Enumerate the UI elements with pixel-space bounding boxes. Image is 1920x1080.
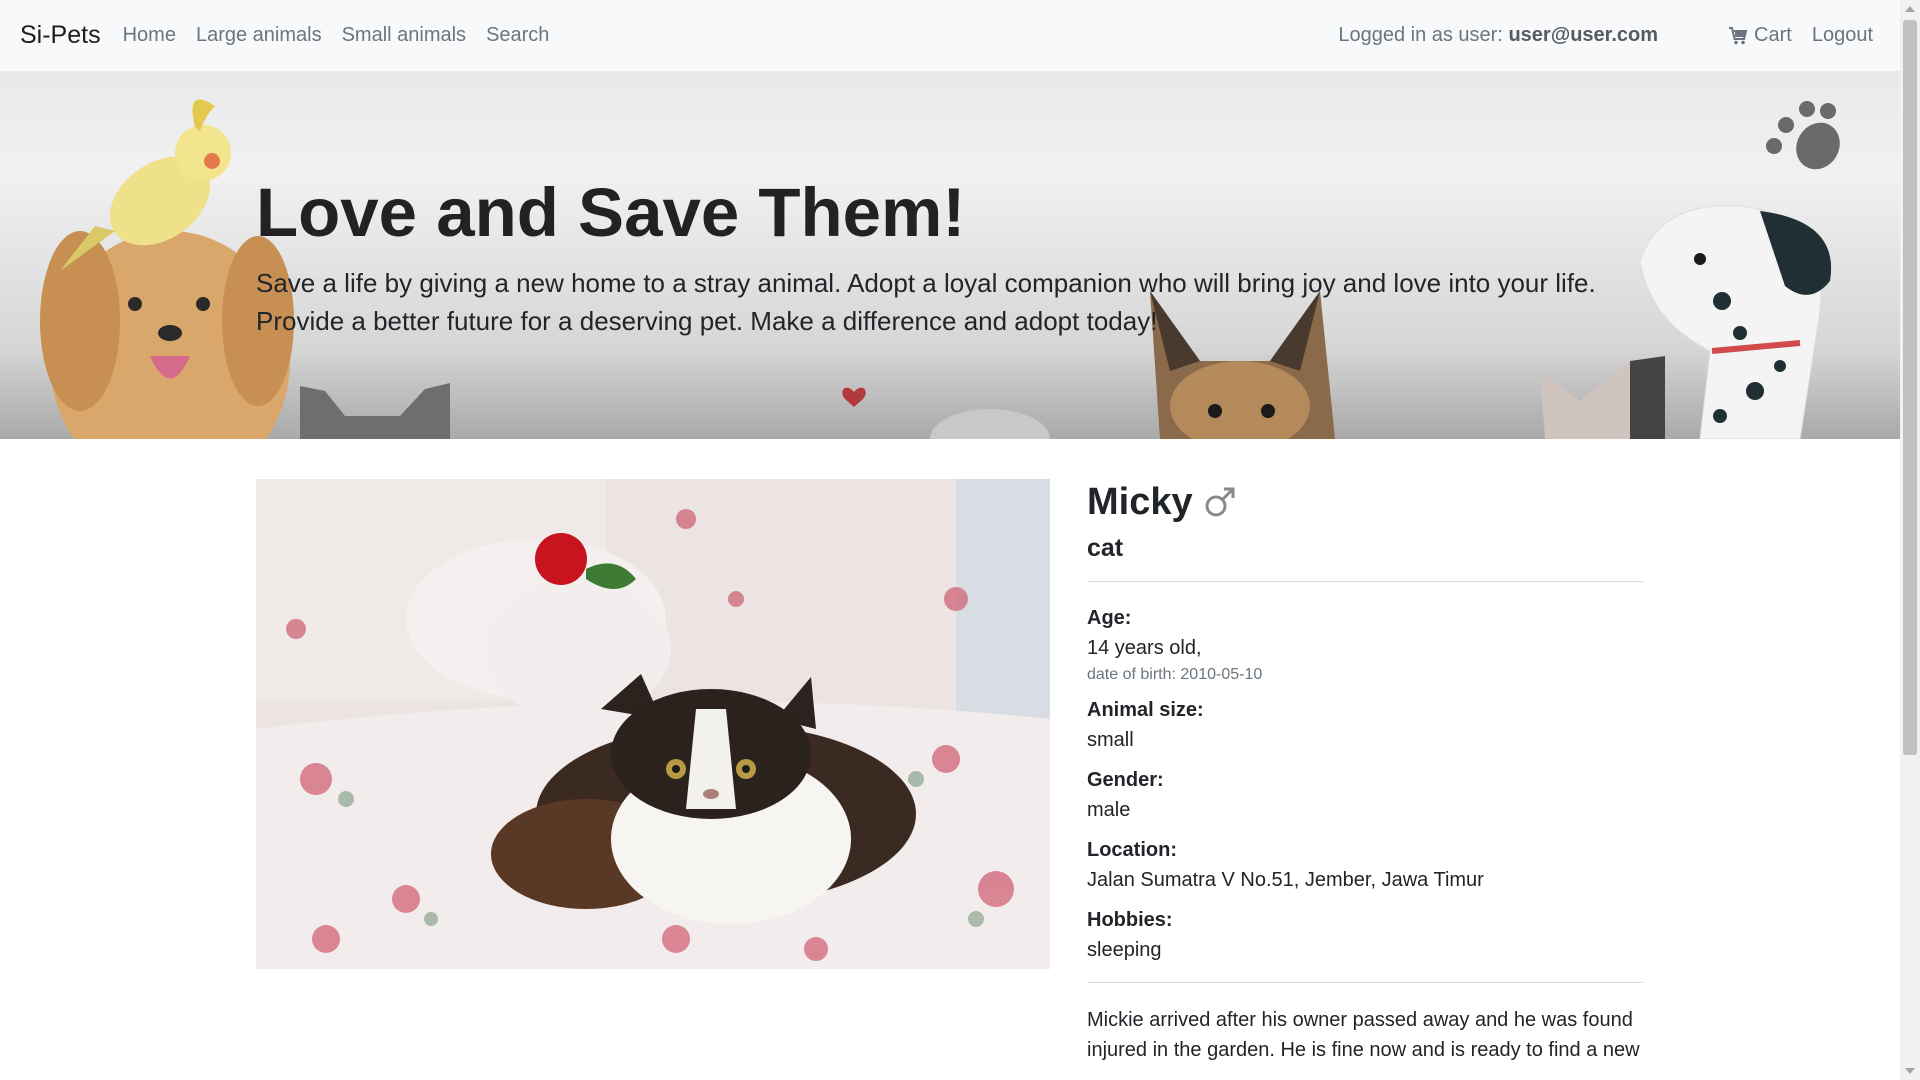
dalmatian-illustration (1639, 205, 1832, 439)
nav-home[interactable]: Home (123, 24, 176, 47)
size-field: Animal size: small (1087, 696, 1643, 754)
white-pet-illustration (930, 409, 1050, 439)
gender-value: male (1087, 799, 1131, 821)
nav-large-animals[interactable]: Large animals (196, 24, 322, 47)
divider (1087, 581, 1643, 582)
gender-field: Gender: male (1087, 766, 1643, 824)
pet-name-heading: Micky (1087, 478, 1643, 526)
cart-link[interactable]: Cart (1728, 24, 1792, 47)
scrollbar[interactable] (1900, 0, 1920, 1080)
cart-icon (1729, 26, 1748, 44)
scroll-down-arrow[interactable] (1905, 1068, 1915, 1074)
logout-link[interactable]: Logout (1812, 24, 1873, 47)
nav-search[interactable]: Search (486, 24, 549, 47)
pet-details: Micky cat Age: 14 years old, date of bir… (1087, 478, 1643, 1065)
scroll-up-arrow[interactable] (1905, 6, 1915, 12)
paw-icon (1766, 101, 1840, 170)
pet-description: Mickie arrived after his owner passed aw… (1087, 1009, 1640, 1061)
pet-name: Micky (1087, 481, 1193, 523)
cat-photo-illustration (256, 479, 1050, 969)
size-value: small (1087, 729, 1134, 751)
nav-links: Home Large animals Small animals Search (123, 24, 570, 47)
male-icon (1205, 487, 1235, 517)
age-label: Age: (1087, 607, 1132, 629)
hobbies-value: sleeping (1087, 939, 1162, 961)
scroll-thumb[interactable] (1903, 20, 1917, 755)
age-value: 14 years old, (1087, 637, 1202, 659)
nav-right: Logged in as user: user@user.com Cart Lo… (1338, 24, 1900, 47)
pet-species: cat (1087, 534, 1124, 562)
location-label: Location: (1087, 839, 1177, 861)
heart-icon (842, 387, 866, 407)
size-label: Animal size: (1087, 699, 1204, 721)
login-status: Logged in as user: user@user.com (1338, 24, 1658, 47)
page: Si-Pets Home Large animals Small animals… (0, 0, 1900, 1080)
location-value: Jalan Sumatra V No.51, Jember, Jawa Timu… (1087, 869, 1484, 891)
age-field: Age: 14 years old, date of birth: 2010-0… (1087, 604, 1643, 684)
brand-link[interactable]: Si-Pets (20, 21, 101, 50)
hobbies-label: Hobbies: (1087, 909, 1173, 931)
login-prefix: Logged in as user: (1338, 24, 1509, 46)
nav-small-animals[interactable]: Small animals (342, 24, 466, 47)
user-email: user@user.com (1508, 24, 1659, 46)
hero-title: Love and Save Them! (256, 174, 966, 251)
date-of-birth: date of birth: 2010-05-10 (1087, 666, 1263, 683)
hero-text: Save a life by giving a new home to a st… (256, 268, 1596, 336)
navbar: Si-Pets Home Large animals Small animals… (0, 0, 1900, 71)
cart-label: Cart (1754, 24, 1792, 46)
corgi-illustration (1540, 356, 1665, 439)
location-field: Location: Jalan Sumatra V No.51, Jember,… (1087, 836, 1643, 894)
gender-label: Gender: (1087, 769, 1164, 791)
gray-cat-illustration (300, 383, 450, 439)
divider (1087, 982, 1643, 983)
hobbies-field: Hobbies: sleeping (1087, 906, 1643, 964)
hero-illustration (40, 99, 1840, 439)
hero-banner: Love and Save Them! Save a life by givin… (0, 71, 1900, 439)
pet-photo (256, 479, 1050, 969)
